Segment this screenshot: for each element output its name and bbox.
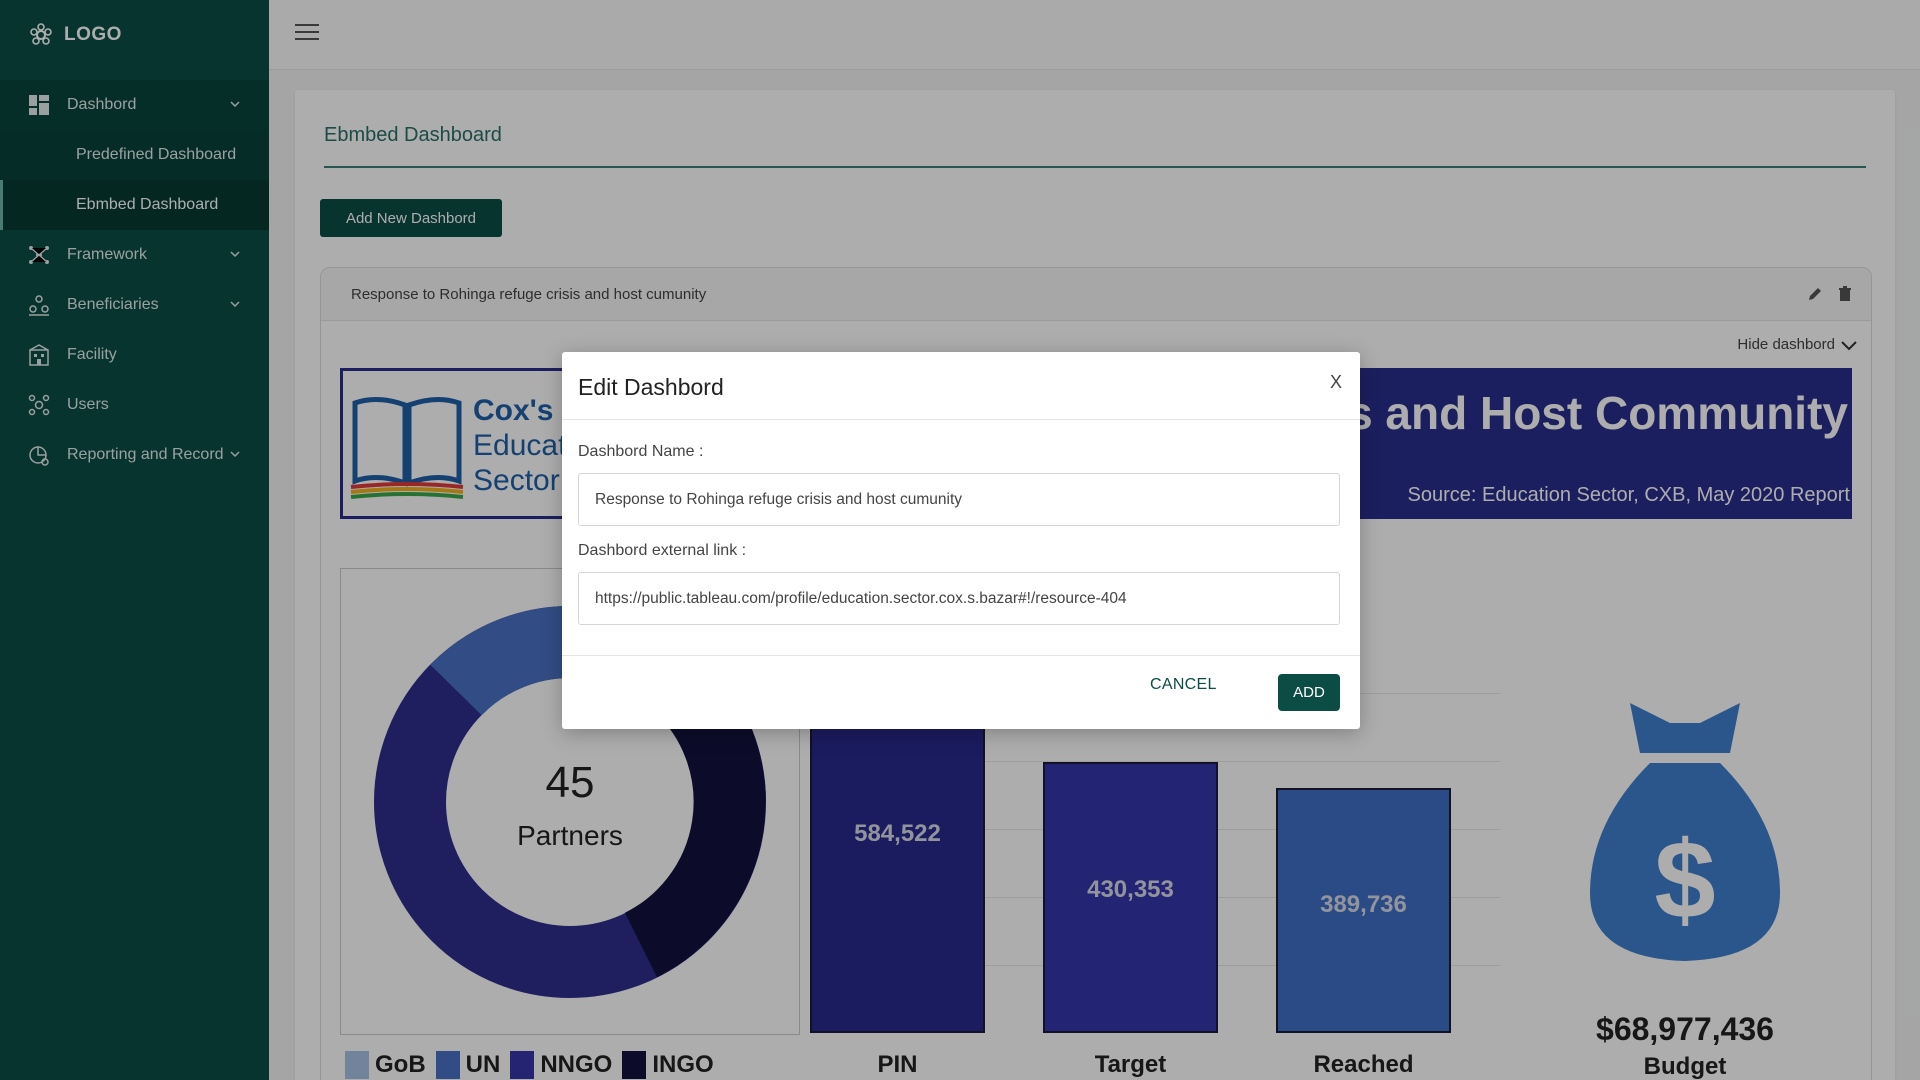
dashboard-link-input[interactable] bbox=[578, 572, 1340, 625]
edit-dashboard-modal: Edit Dashbord X Dashbord Name : Dashbord… bbox=[562, 352, 1360, 729]
dashboard-name-input[interactable] bbox=[578, 473, 1340, 526]
modal-header: Edit Dashbord X bbox=[562, 352, 1360, 420]
dashboard-name-label: Dashbord Name : bbox=[578, 443, 704, 460]
add-button[interactable]: ADD bbox=[1278, 674, 1340, 711]
modal-title: Edit Dashbord bbox=[578, 374, 724, 400]
dashboard-link-label: Dashbord external link : bbox=[578, 542, 747, 559]
cancel-button[interactable]: CANCEL bbox=[1150, 676, 1217, 694]
close-button[interactable]: X bbox=[1330, 372, 1342, 393]
modal-footer: CANCEL ADD bbox=[562, 655, 1360, 729]
